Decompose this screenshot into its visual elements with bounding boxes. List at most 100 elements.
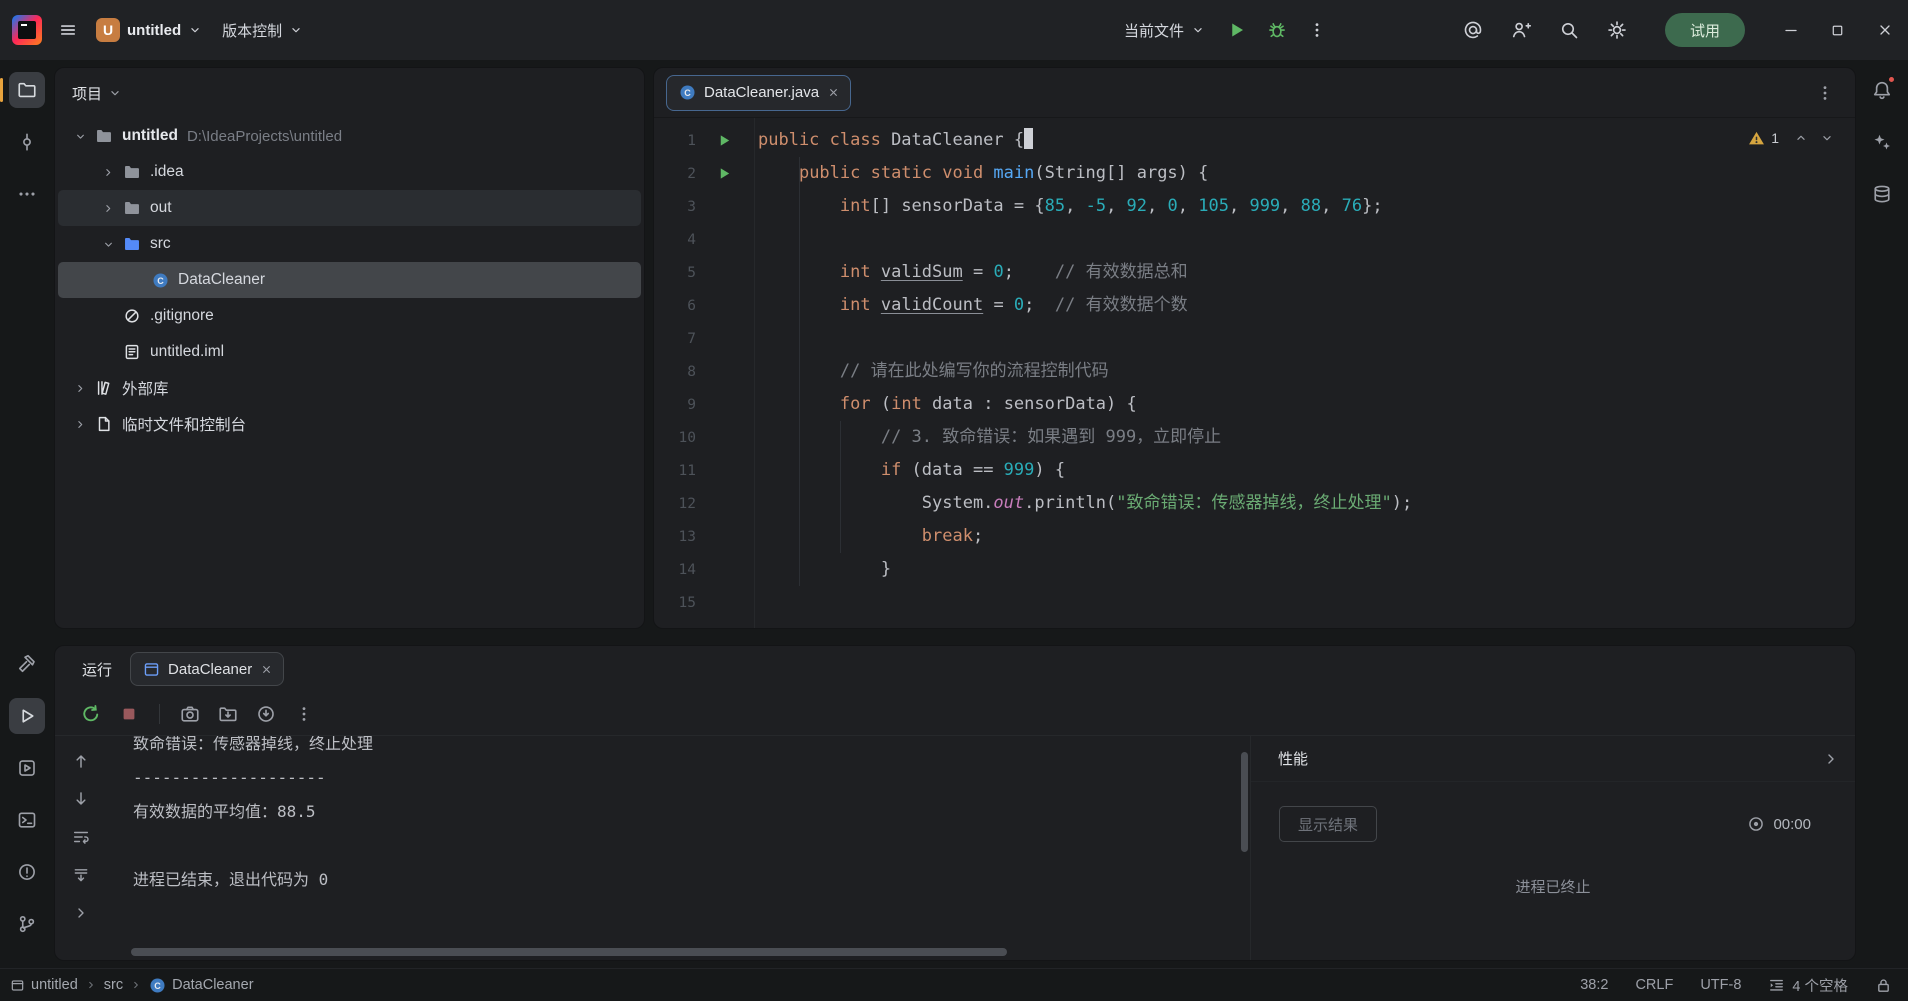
tree-item-node[interactable]: 临时文件和控制台 — [58, 406, 641, 442]
code-with-me-button[interactable] — [1503, 12, 1539, 48]
code-line-9[interactable]: 9 for (int data : sensorData) { — [654, 388, 1855, 421]
commit-tool-window-button[interactable] — [9, 124, 45, 160]
minimize-button[interactable] — [1767, 0, 1814, 60]
tab-close-icon[interactable] — [827, 86, 840, 99]
code-token: 0 — [1168, 196, 1178, 216]
run-button[interactable] — [1219, 12, 1255, 48]
breadcrumb-item[interactable]: CDataCleaner — [149, 977, 253, 994]
project-panel-title: 项目 — [72, 83, 102, 104]
build-tool-window-button[interactable] — [9, 646, 45, 682]
breadcrumb-item[interactable]: src — [104, 977, 123, 993]
expand-console-button[interactable] — [66, 898, 96, 928]
code-line-10[interactable]: 10 // 3. 致命错误：如果遇到 999，立即停止 — [654, 421, 1855, 454]
tab-close-icon[interactable] — [260, 663, 273, 676]
debug-button[interactable] — [1259, 12, 1295, 48]
code-line-12[interactable]: 12 System.out.println("致命错误：传感器掉线，终止处理")… — [654, 487, 1855, 520]
console[interactable]: 致命错误：传感器掉线，终止处理--------------------有效数据的… — [107, 736, 1250, 960]
caret-position-widget[interactable]: 38:2 — [1580, 977, 1608, 993]
terminal-tool-window-button[interactable] — [9, 802, 45, 838]
code-line-15[interactable]: 15 — [654, 586, 1855, 619]
code-line-3[interactable]: 3 int[] sensorData = {85, -5, 92, 0, 105… — [654, 190, 1855, 223]
previous-problem-button[interactable] — [1789, 126, 1813, 150]
chevron-right-icon[interactable] — [68, 382, 92, 395]
tree-item-DataCleaner[interactable]: CDataCleaner — [58, 262, 641, 298]
notifications-button[interactable] — [1864, 72, 1900, 108]
tree-item-untitled[interactable]: untitledD:\IdeaProjects\untitled — [58, 118, 641, 154]
editor-body[interactable]: 1public class DataCleaner {2 public stat… — [654, 118, 1855, 628]
chevron-right-icon[interactable] — [96, 166, 120, 179]
code-token: (data == — [901, 460, 1003, 480]
readonly-toggle[interactable] — [1875, 977, 1892, 994]
project-tool-window-button[interactable] — [9, 72, 45, 108]
git-branch-icon — [17, 914, 37, 934]
code-line-11[interactable]: 11 if (data == 999) { — [654, 454, 1855, 487]
soft-wrap-button[interactable] — [66, 822, 96, 852]
tree-item-.gitignore[interactable]: .gitignore — [58, 298, 641, 334]
code-line-7[interactable]: 7 — [654, 322, 1855, 355]
database-tool-window-button[interactable] — [1864, 176, 1900, 212]
tree-item-.idea[interactable]: .idea — [58, 154, 641, 190]
chevron-down-icon[interactable] — [68, 130, 92, 143]
project-selector[interactable]: U untitled — [86, 12, 212, 48]
scroll-to-top-button[interactable] — [66, 746, 96, 776]
rerun-button[interactable] — [75, 698, 107, 730]
line-ending-widget[interactable]: CRLF — [1635, 977, 1673, 993]
more-tool-windows-button[interactable] — [9, 176, 45, 212]
code-line-5[interactable]: 5 int validSum = 0; // 有效数据总和 — [654, 256, 1855, 289]
run-config-label: 当前文件 — [1124, 20, 1184, 41]
ai-chat-button[interactable] — [1455, 12, 1491, 48]
settings-button[interactable] — [1599, 12, 1635, 48]
chevron-down-icon[interactable] — [96, 238, 120, 251]
editor-options-button[interactable] — [1807, 75, 1843, 111]
stop-button[interactable] — [113, 698, 145, 730]
console-vertical-scrollbar[interactable] — [1241, 752, 1248, 852]
vcs-selector[interactable]: 版本控制 — [212, 12, 313, 48]
tree-item-untitled.iml[interactable]: untitled.iml — [58, 334, 641, 370]
tree-item-out[interactable]: out — [58, 190, 641, 226]
code-line-8[interactable]: 8 // 请在此处编写你的流程控制代码 — [654, 355, 1855, 388]
gutter-separator — [754, 118, 755, 628]
run-tool-window-button[interactable] — [9, 698, 45, 734]
tree-item-src[interactable]: src — [58, 226, 641, 262]
code-line-4[interactable]: 4 — [654, 223, 1855, 256]
version-control-tool-window-button[interactable] — [9, 906, 45, 942]
run-options-button[interactable] — [288, 698, 320, 730]
tree-item-node[interactable]: 外部库 — [58, 370, 641, 406]
ai-assistant-button[interactable] — [1864, 124, 1900, 160]
services-tool-window-button[interactable] — [9, 750, 45, 786]
problems-tool-window-button[interactable] — [9, 854, 45, 890]
code-line-13[interactable]: 13 break; — [654, 520, 1855, 553]
scroll-to-bottom-button[interactable] — [66, 784, 96, 814]
expand-performance-button[interactable] — [1819, 747, 1843, 771]
code-line-6[interactable]: 6 int validCount = 0; // 有效数据个数 — [654, 289, 1855, 322]
code-line-1[interactable]: 1public class DataCleaner { — [654, 124, 1855, 157]
run-line-icon[interactable] — [696, 166, 752, 181]
run-configuration-selector[interactable]: 当前文件 — [1114, 12, 1215, 48]
run-tab-datacleaner[interactable]: DataCleaner — [130, 652, 284, 686]
code-line-14[interactable]: 14 } — [654, 553, 1855, 586]
next-problem-button[interactable] — [1815, 126, 1839, 150]
main-menu-button[interactable] — [50, 12, 86, 48]
more-run-actions-button[interactable] — [1299, 12, 1335, 48]
console-horizontal-scrollbar[interactable] — [131, 948, 1007, 956]
show-results-button[interactable]: 显示结果 — [1279, 806, 1377, 842]
close-button[interactable] — [1861, 0, 1908, 60]
chevron-right-icon[interactable] — [96, 202, 120, 215]
encoding-widget[interactable]: UTF-8 — [1700, 977, 1741, 993]
chevron-right-icon[interactable] — [68, 418, 92, 431]
warning-icon[interactable] — [1748, 130, 1765, 147]
run-line-icon[interactable] — [696, 133, 752, 148]
record-icon — [1747, 815, 1765, 833]
scroll-to-end-button[interactable] — [66, 860, 96, 890]
breadcrumb-item[interactable]: untitled — [10, 977, 78, 993]
thread-dump-button[interactable] — [174, 698, 206, 730]
maximize-button[interactable] — [1814, 0, 1861, 60]
coverage-button[interactable] — [250, 698, 282, 730]
project-panel-header[interactable]: 项目 — [55, 68, 644, 118]
code-line-2[interactable]: 2 public static void main(String[] args)… — [654, 157, 1855, 190]
import-dump-button[interactable] — [212, 698, 244, 730]
trial-button[interactable]: 试用 — [1665, 13, 1745, 47]
search-everywhere-button[interactable] — [1551, 12, 1587, 48]
indent-widget[interactable]: 4 个空格 — [1768, 975, 1848, 996]
editor-tab-datacleaner[interactable]: C DataCleaner.java — [666, 75, 851, 111]
